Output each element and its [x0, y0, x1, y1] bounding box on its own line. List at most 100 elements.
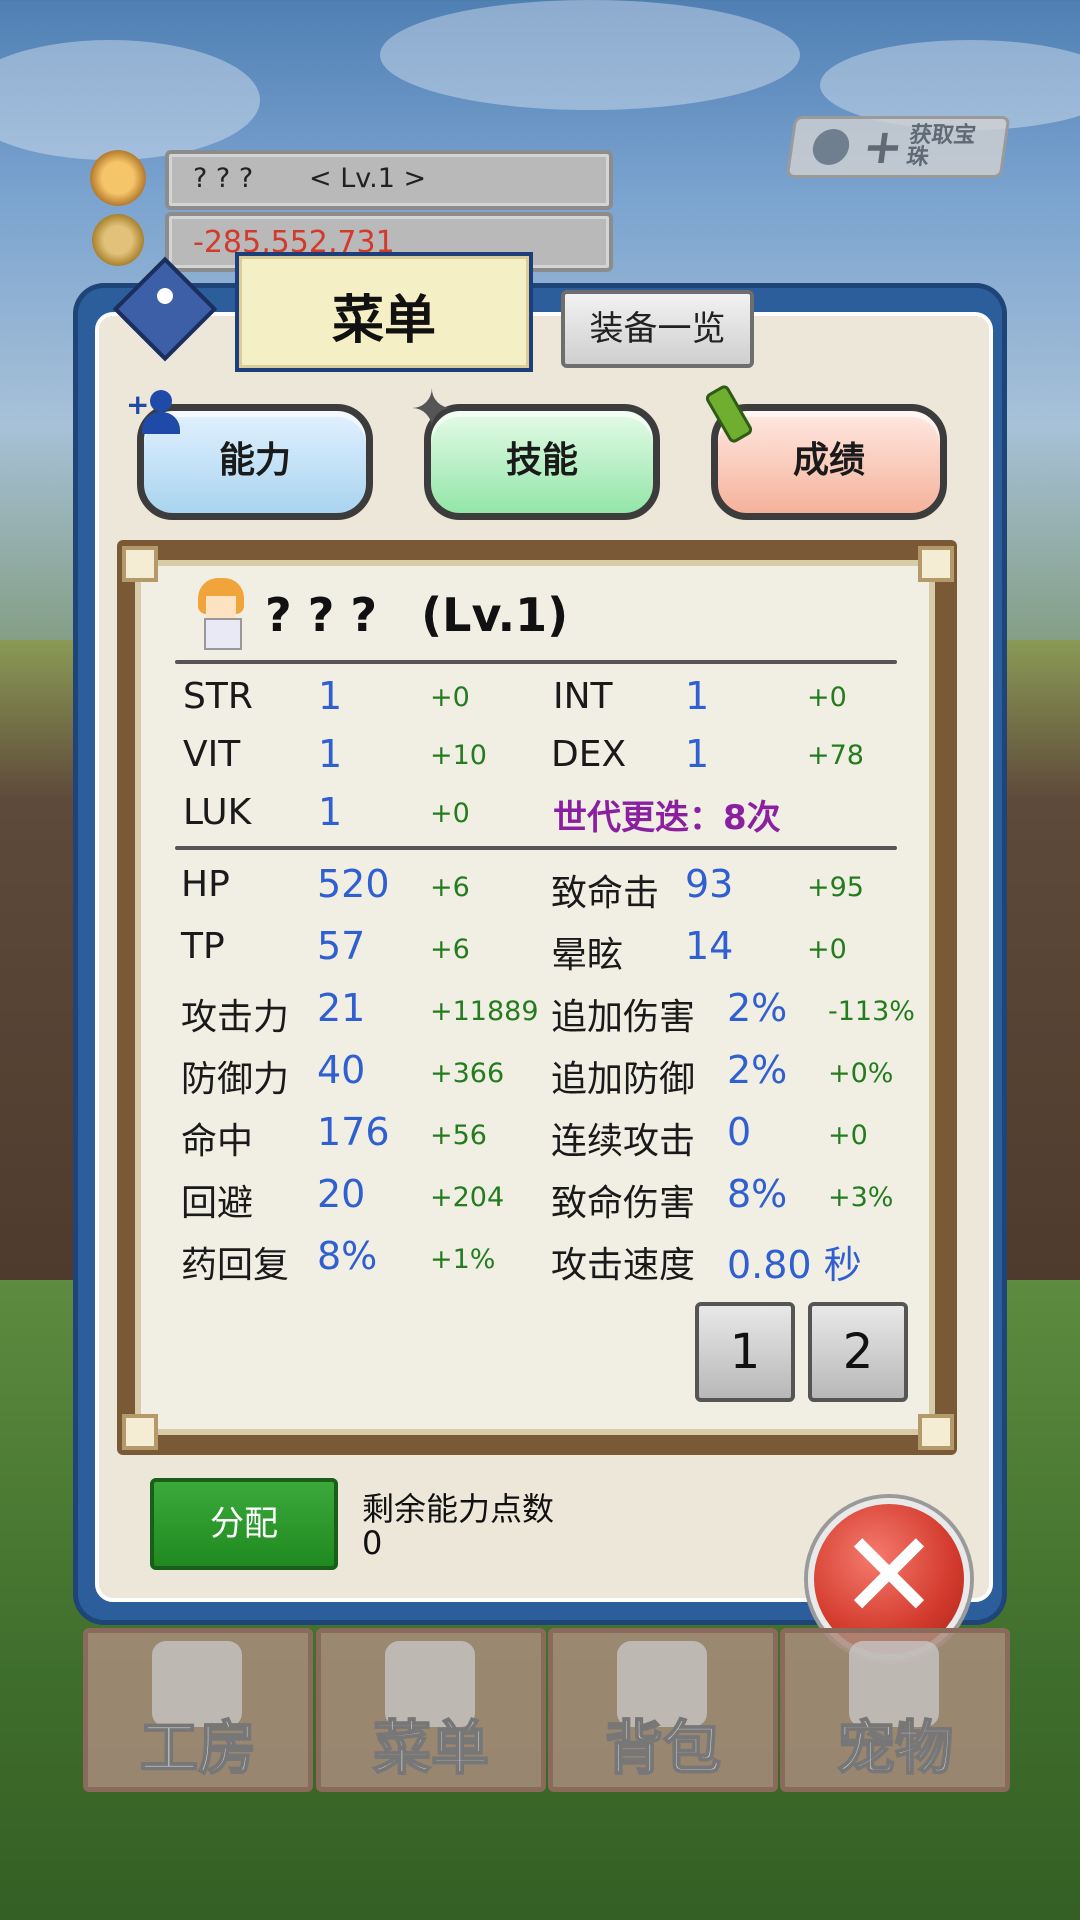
- stat-value-attack-speed: 0.80 秒: [727, 1243, 862, 1287]
- tab-skill-label: 技能: [505, 440, 578, 481]
- stat-bonus-critical-damage: +3%: [828, 1182, 894, 1213]
- divider: [175, 846, 897, 850]
- menu-title: 菜单: [331, 291, 436, 351]
- player-avatar-icon: [90, 150, 146, 206]
- character-portrait-icon: [190, 578, 250, 650]
- stat-value-stun: 14: [685, 924, 734, 968]
- stat-label-combo: 连续攻击: [551, 1121, 696, 1162]
- allocate-button[interactable]: 分配: [150, 1478, 338, 1570]
- stat-label-critical-damage: 致命伤害: [551, 1183, 696, 1224]
- stat-label-defense: 防御力: [181, 1059, 290, 1100]
- card-corner: [122, 1414, 158, 1450]
- nav-menu-label: 菜单: [372, 1713, 490, 1783]
- stat-bonus-evade: +204: [430, 1182, 505, 1213]
- stat-bonus-potion: +1%: [430, 1244, 496, 1275]
- stat-bonus-defense: +366: [430, 1058, 505, 1089]
- stat-bonus-stun: +0: [807, 934, 847, 965]
- player-name-bar: ? ? ? < Lv.1 >: [165, 150, 613, 210]
- menu-book-gem: [157, 288, 173, 304]
- stat-bonus-luk: +0: [430, 798, 470, 829]
- nav-backpack[interactable]: 背包: [548, 1628, 778, 1792]
- stat-label-critical: 致命击: [551, 873, 660, 914]
- remaining-points-label: 剩余能力点数: [362, 1490, 555, 1528]
- cloud: [0, 40, 260, 160]
- get-gems-label: 获取宝珠: [904, 123, 978, 170]
- stat-value-extra-defense: 2%: [727, 1048, 788, 1092]
- stat-value-potion: 8%: [317, 1234, 378, 1278]
- stat-bonus-combo: +0: [828, 1120, 868, 1151]
- stat-bonus-hit: +56: [430, 1120, 487, 1151]
- player-name: ? ? ?: [193, 163, 254, 194]
- stat-value-str: 1: [318, 674, 343, 718]
- stat-value-critical-damage: 8%: [727, 1172, 788, 1216]
- stat-value-extra-damage: 2%: [727, 986, 788, 1030]
- stat-bonus-attack: +11889: [430, 996, 539, 1027]
- character-level: (Lv.1): [421, 588, 569, 642]
- nav-pet-label: 宠物: [836, 1713, 954, 1783]
- sparkle-icon: ✦: [410, 380, 454, 440]
- stat-value-int: 1: [685, 674, 710, 718]
- stat-label-vit: VIT: [183, 734, 241, 775]
- gold-coin-icon: [90, 212, 146, 268]
- stat-label-stun: 晕眩: [551, 935, 624, 976]
- stat-bonus-critical: +95: [807, 872, 864, 903]
- get-gems-button[interactable]: + 获取宝珠: [785, 116, 1011, 178]
- divider: [175, 660, 897, 664]
- close-icon: ✕: [838, 1507, 940, 1646]
- tab-record-label: 成绩: [792, 440, 865, 481]
- stat-bonus-vit: +10: [430, 740, 487, 771]
- stat-label-extra-damage: 追加伤害: [551, 997, 696, 1038]
- stat-value-tp: 57: [317, 924, 366, 968]
- tab-ability-label: 能力: [218, 440, 291, 481]
- generation-count: 世代更迭：8次: [553, 798, 781, 838]
- page-2-button[interactable]: 2: [808, 1302, 908, 1402]
- menu-title-box: 菜单: [235, 252, 533, 372]
- stat-label-dex: DEX: [551, 734, 627, 775]
- nav-workshop[interactable]: 工房: [83, 1628, 313, 1792]
- remaining-points-value: 0: [362, 1524, 383, 1562]
- stat-value-defense: 40: [317, 1048, 366, 1092]
- stat-label-attack: 攻击力: [181, 997, 290, 1038]
- stat-label-int: INT: [553, 676, 613, 717]
- stat-label-potion: 药回复: [181, 1245, 290, 1286]
- character-name: ? ? ? (Lv.1): [265, 588, 568, 642]
- nav-pet[interactable]: 宠物: [780, 1628, 1010, 1792]
- nav-menu[interactable]: 菜单: [316, 1628, 546, 1792]
- stat-label-hit: 命中: [181, 1121, 254, 1162]
- stat-value-hp: 520: [317, 862, 390, 906]
- stat-bonus-extra-defense: +0%: [828, 1058, 894, 1089]
- stat-value-critical: 93: [685, 862, 734, 906]
- stat-bonus-int: +0: [807, 682, 847, 713]
- plus-icon: +: [859, 119, 908, 175]
- cloud: [380, 0, 800, 110]
- stat-bonus-extra-damage: -113%: [828, 996, 915, 1027]
- stat-label-attack-speed: 攻击速度: [551, 1245, 696, 1286]
- nav-backpack-label: 背包: [604, 1713, 722, 1783]
- stat-value-attack: 21: [317, 986, 366, 1030]
- page-1-button[interactable]: 1: [695, 1302, 795, 1402]
- stat-label-hp: HP: [181, 864, 230, 905]
- stat-value-vit: 1: [318, 732, 343, 776]
- stat-value-dex: 1: [685, 732, 710, 776]
- gem-icon: [810, 129, 852, 165]
- stat-value-evade: 20: [317, 1172, 366, 1216]
- stat-bonus-str: +0: [430, 682, 470, 713]
- character-name-text: ? ? ?: [265, 588, 378, 642]
- tab-skill[interactable]: 技能: [424, 404, 660, 520]
- nav-workshop-label: 工房: [139, 1713, 257, 1783]
- stat-label-str: STR: [183, 676, 253, 717]
- equipment-list-button[interactable]: 装备一览: [561, 290, 754, 368]
- card-corner: [918, 546, 954, 582]
- stat-label-luk: LUK: [183, 792, 252, 833]
- card-corner: [918, 1414, 954, 1450]
- stat-bonus-dex: +78: [807, 740, 864, 771]
- stat-value-combo: 0: [727, 1110, 752, 1154]
- stat-label-extra-defense: 追加防御: [551, 1059, 696, 1100]
- add-person-icon: +: [126, 388, 186, 438]
- player-level: < Lv.1 >: [309, 163, 427, 194]
- stat-label-evade: 回避: [181, 1183, 254, 1224]
- stat-value-hit: 176: [317, 1110, 390, 1154]
- stat-label-tp: TP: [181, 926, 225, 967]
- card-corner: [122, 546, 158, 582]
- stat-bonus-tp: +6: [430, 934, 470, 965]
